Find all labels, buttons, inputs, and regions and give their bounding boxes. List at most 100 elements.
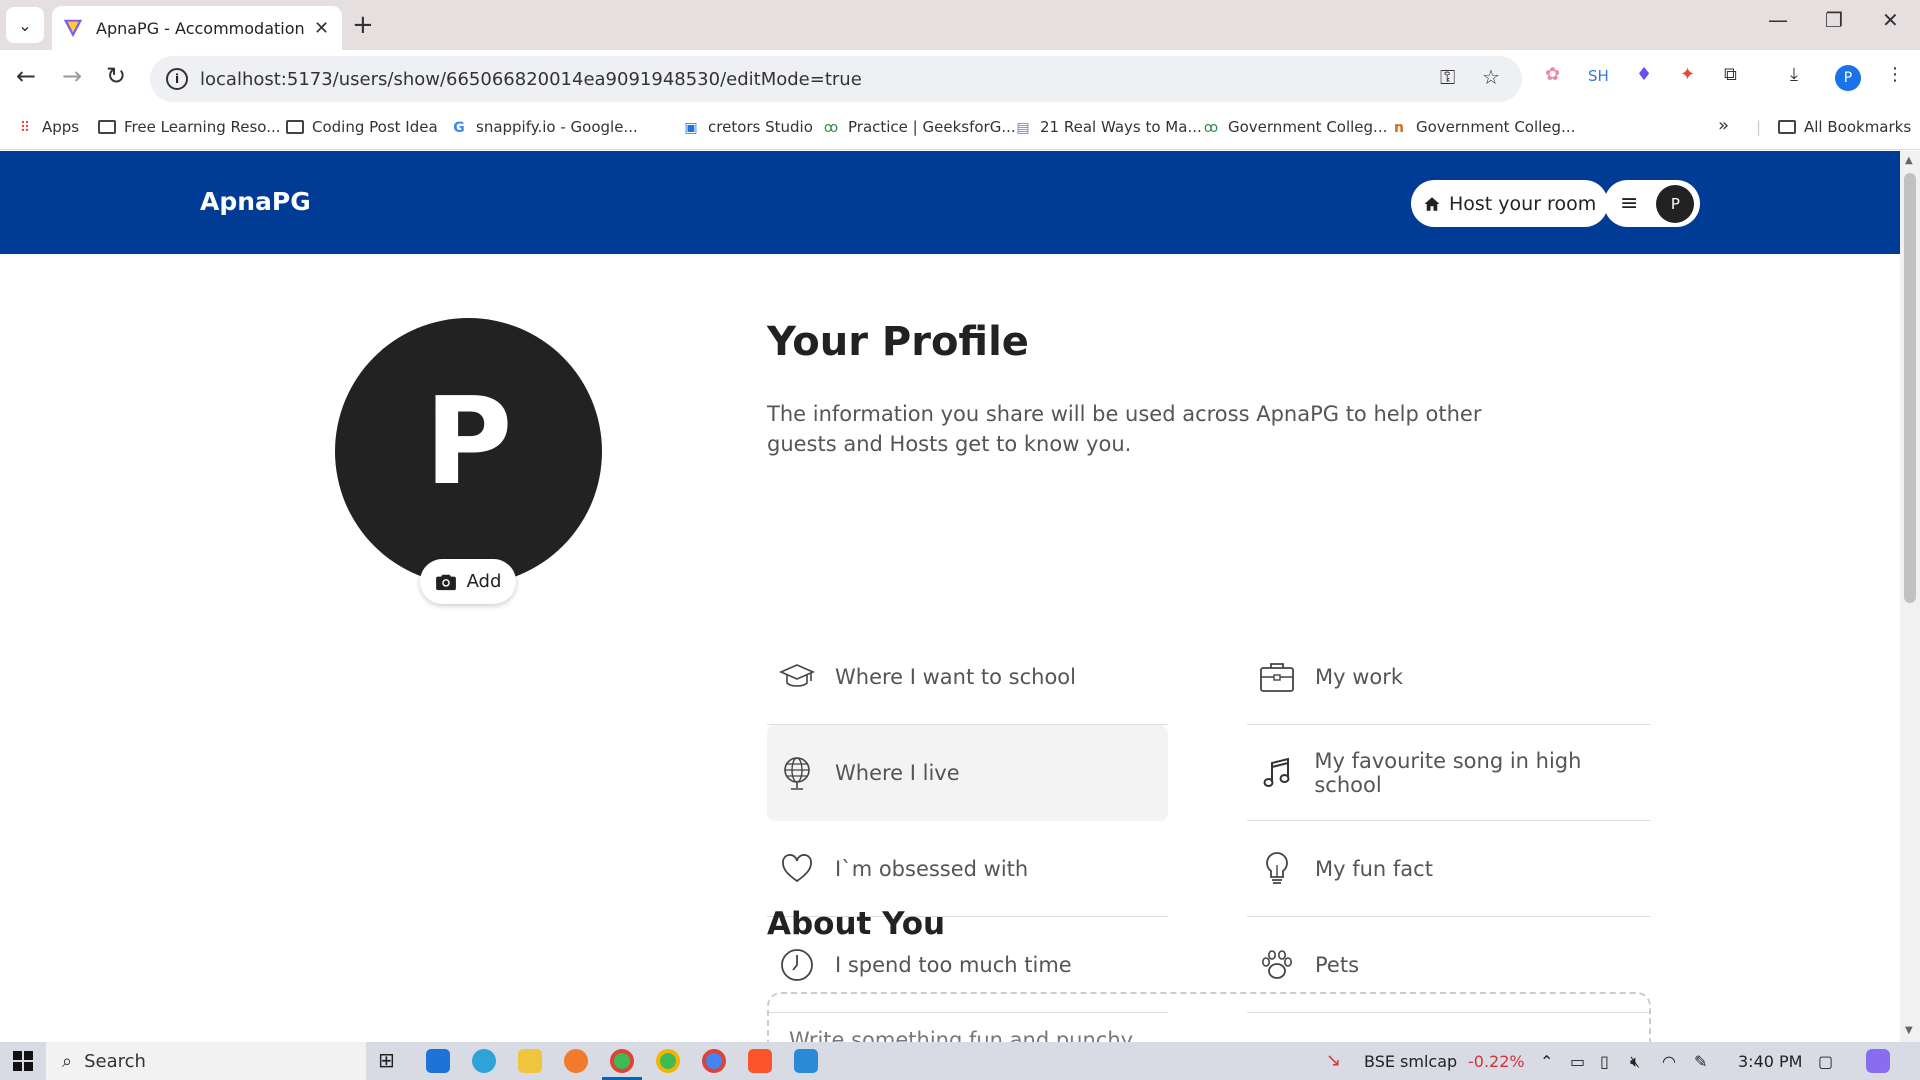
bookmark-item[interactable]: ▣ cretors Studio bbox=[682, 118, 813, 136]
forward-button[interactable]: → bbox=[62, 62, 82, 90]
profile-avatar: P bbox=[335, 318, 602, 585]
tab-title: ApnaPG - Accommodation Solu bbox=[96, 18, 306, 38]
bookmark-item[interactable]: Free Learning Reso... bbox=[98, 118, 281, 136]
tray-device-icon[interactable]: ▭ bbox=[1570, 1052, 1585, 1071]
site-navbar: ApnaPG Host your room ≡ P bbox=[0, 151, 1900, 254]
profile-item-school[interactable]: Where I want to school bbox=[767, 629, 1168, 725]
stock-change: -0.22% bbox=[1468, 1052, 1525, 1071]
studio-icon: ▣ bbox=[684, 119, 698, 136]
browser-tab-active[interactable]: ApnaPG - Accommodation Solu ✕ bbox=[52, 6, 342, 50]
page-scrollbar[interactable]: ▲ ▼ bbox=[1900, 151, 1920, 1042]
address-bar[interactable]: i localhost:5173/users/show/665066820014… bbox=[150, 56, 1522, 102]
profile-item-song[interactable]: My favourite song in high school bbox=[1247, 725, 1650, 821]
host-your-room-button[interactable]: Host your room bbox=[1411, 180, 1609, 227]
stock-chart-icon: ↘ bbox=[1326, 1050, 1342, 1071]
scroll-up-arrow-icon[interactable]: ▲ bbox=[1905, 155, 1913, 166]
chrome-icon[interactable] bbox=[610, 1049, 634, 1073]
heart-icon bbox=[777, 849, 817, 889]
bookmark-item[interactable]: ꝏ Practice | GeeksforG... bbox=[822, 118, 1016, 136]
close-tab-icon[interactable]: ✕ bbox=[314, 18, 329, 39]
home-icon bbox=[1424, 196, 1440, 211]
profile-item-obsessed[interactable]: I`m obsessed with bbox=[767, 821, 1168, 917]
profile-item-work[interactable]: My work bbox=[1247, 629, 1650, 725]
vscode-icon[interactable] bbox=[794, 1049, 818, 1073]
notifications-icon[interactable]: ▢ bbox=[1818, 1052, 1833, 1071]
volume-muted-icon[interactable]: 🔇︎ bbox=[1630, 1052, 1640, 1072]
copilot-icon[interactable] bbox=[1866, 1049, 1890, 1073]
user-menu-button[interactable]: ≡ P bbox=[1604, 180, 1700, 227]
site-info-icon[interactable]: i bbox=[166, 68, 188, 90]
bookmark-item[interactable]: ꝏ Government Colleg... bbox=[1202, 118, 1388, 136]
new-tab-button[interactable]: + bbox=[352, 10, 374, 40]
graduation-cap-icon bbox=[777, 657, 817, 697]
pen-icon[interactable]: ✎ bbox=[1694, 1052, 1707, 1071]
about-textarea[interactable]: Write something fun and punchy bbox=[767, 992, 1651, 1042]
folder-icon bbox=[286, 120, 304, 134]
browser-tab-strip: ⌄ ApnaPG - Accommodation Solu ✕ + — ❐ ✕ bbox=[0, 0, 1920, 50]
profile-item-fun-fact[interactable]: My fun fact bbox=[1247, 821, 1650, 917]
file-explorer-icon[interactable] bbox=[518, 1049, 542, 1073]
docs-icon: ▤ bbox=[1016, 119, 1030, 136]
extensions-puzzle-icon[interactable]: ⧉ bbox=[1724, 64, 1737, 85]
scrollbar-thumb[interactable] bbox=[1904, 173, 1916, 603]
firefox-icon[interactable] bbox=[564, 1049, 588, 1073]
restore-window-button[interactable]: ❐ bbox=[1825, 8, 1843, 32]
bookmark-item[interactable]: Coding Post Idea bbox=[286, 118, 438, 136]
google-icon: G bbox=[453, 119, 465, 136]
bookmark-item[interactable]: G snappify.io - Google... bbox=[450, 118, 638, 136]
taskbar-search-box[interactable]: ⌕ Search bbox=[46, 1042, 366, 1080]
windows-start-button[interactable] bbox=[0, 1042, 46, 1080]
tray-chevron-icon[interactable]: ⌃ bbox=[1540, 1052, 1553, 1071]
extension-lotus-icon[interactable]: ✿ bbox=[1545, 64, 1560, 85]
geeksforgeeks-icon: ꝏ bbox=[1203, 119, 1219, 136]
taskbar-search-label: Search bbox=[84, 1050, 146, 1072]
clock-time[interactable]: 3:40 PM bbox=[1738, 1052, 1802, 1071]
bookmarks-divider: | bbox=[1756, 118, 1762, 136]
bookmark-item[interactable]: n Government Colleg... bbox=[1390, 118, 1575, 136]
password-key-icon[interactable]: ⚿ bbox=[1440, 65, 1455, 89]
geeksforgeeks-icon: ꝏ bbox=[823, 119, 839, 136]
windows-taskbar: ⌕ Search ⊞ ↘ BSE smlcap -0.22% ⌃ ▭ ▯ 🔇︎ … bbox=[0, 1042, 1920, 1080]
windows-logo-icon bbox=[13, 1051, 33, 1071]
user-avatar: P bbox=[1656, 184, 1695, 223]
extension-sh-icon[interactable]: SH bbox=[1588, 67, 1609, 85]
profile-item-live[interactable]: Where I live bbox=[767, 725, 1168, 821]
downloads-icon[interactable]: ⤓ bbox=[1790, 64, 1798, 85]
host-button-label: Host your room bbox=[1449, 192, 1597, 215]
browser-profile-avatar[interactable]: P bbox=[1835, 65, 1861, 91]
url-text: localhost:5173/users/show/665066820014ea… bbox=[200, 68, 862, 90]
extension-color-icon[interactable]: ✦ bbox=[1680, 64, 1695, 85]
battery-icon[interactable]: ▯ bbox=[1600, 1052, 1609, 1071]
add-photo-button[interactable]: Add bbox=[420, 559, 516, 604]
chrome-alt-icon[interactable] bbox=[702, 1049, 726, 1073]
close-window-button[interactable]: ✕ bbox=[1882, 8, 1899, 32]
brave-browser-icon[interactable] bbox=[748, 1049, 772, 1073]
mail-app-icon[interactable] bbox=[426, 1049, 450, 1073]
extension-flame-icon[interactable]: ♦ bbox=[1636, 64, 1652, 85]
minimize-window-button[interactable]: — bbox=[1768, 8, 1788, 32]
search-icon: ⌕ bbox=[62, 1050, 73, 1072]
about-section-title: About You bbox=[767, 906, 946, 942]
bookmark-item[interactable]: ⠿ Apps bbox=[16, 118, 79, 136]
folder-icon bbox=[98, 120, 116, 134]
wifi-icon[interactable]: ◠ bbox=[1662, 1052, 1676, 1071]
scroll-down-arrow-icon[interactable]: ▼ bbox=[1905, 1025, 1913, 1036]
back-button[interactable]: ← bbox=[16, 62, 36, 90]
briefcase-icon bbox=[1257, 657, 1297, 697]
reload-button[interactable]: ↻ bbox=[106, 62, 126, 90]
chrome-profile-icon[interactable] bbox=[656, 1049, 680, 1073]
page-title: Your Profile bbox=[767, 319, 1029, 365]
add-photo-label: Add bbox=[466, 571, 502, 592]
bookmark-item[interactable]: ▤ 21 Real Ways to Ma... bbox=[1014, 118, 1201, 136]
brand-logo[interactable]: ApnaPG bbox=[200, 187, 311, 216]
all-bookmarks-button[interactable]: All Bookmarks bbox=[1778, 118, 1911, 136]
hamburger-menu-icon: ≡ bbox=[1620, 191, 1639, 216]
browser-menu-icon[interactable]: ⋮ bbox=[1886, 64, 1904, 85]
edge-browser-icon[interactable] bbox=[472, 1049, 496, 1073]
chevron-down-icon: ⌄ bbox=[18, 15, 32, 35]
more-bookmarks-chevron-icon[interactable]: » bbox=[1718, 115, 1729, 136]
tab-search-button[interactable]: ⌄ bbox=[6, 7, 44, 43]
bookmark-star-icon[interactable]: ☆ bbox=[1482, 65, 1500, 89]
stock-name[interactable]: BSE smlcap bbox=[1364, 1052, 1457, 1071]
task-view-icon[interactable]: ⊞ bbox=[378, 1048, 402, 1072]
